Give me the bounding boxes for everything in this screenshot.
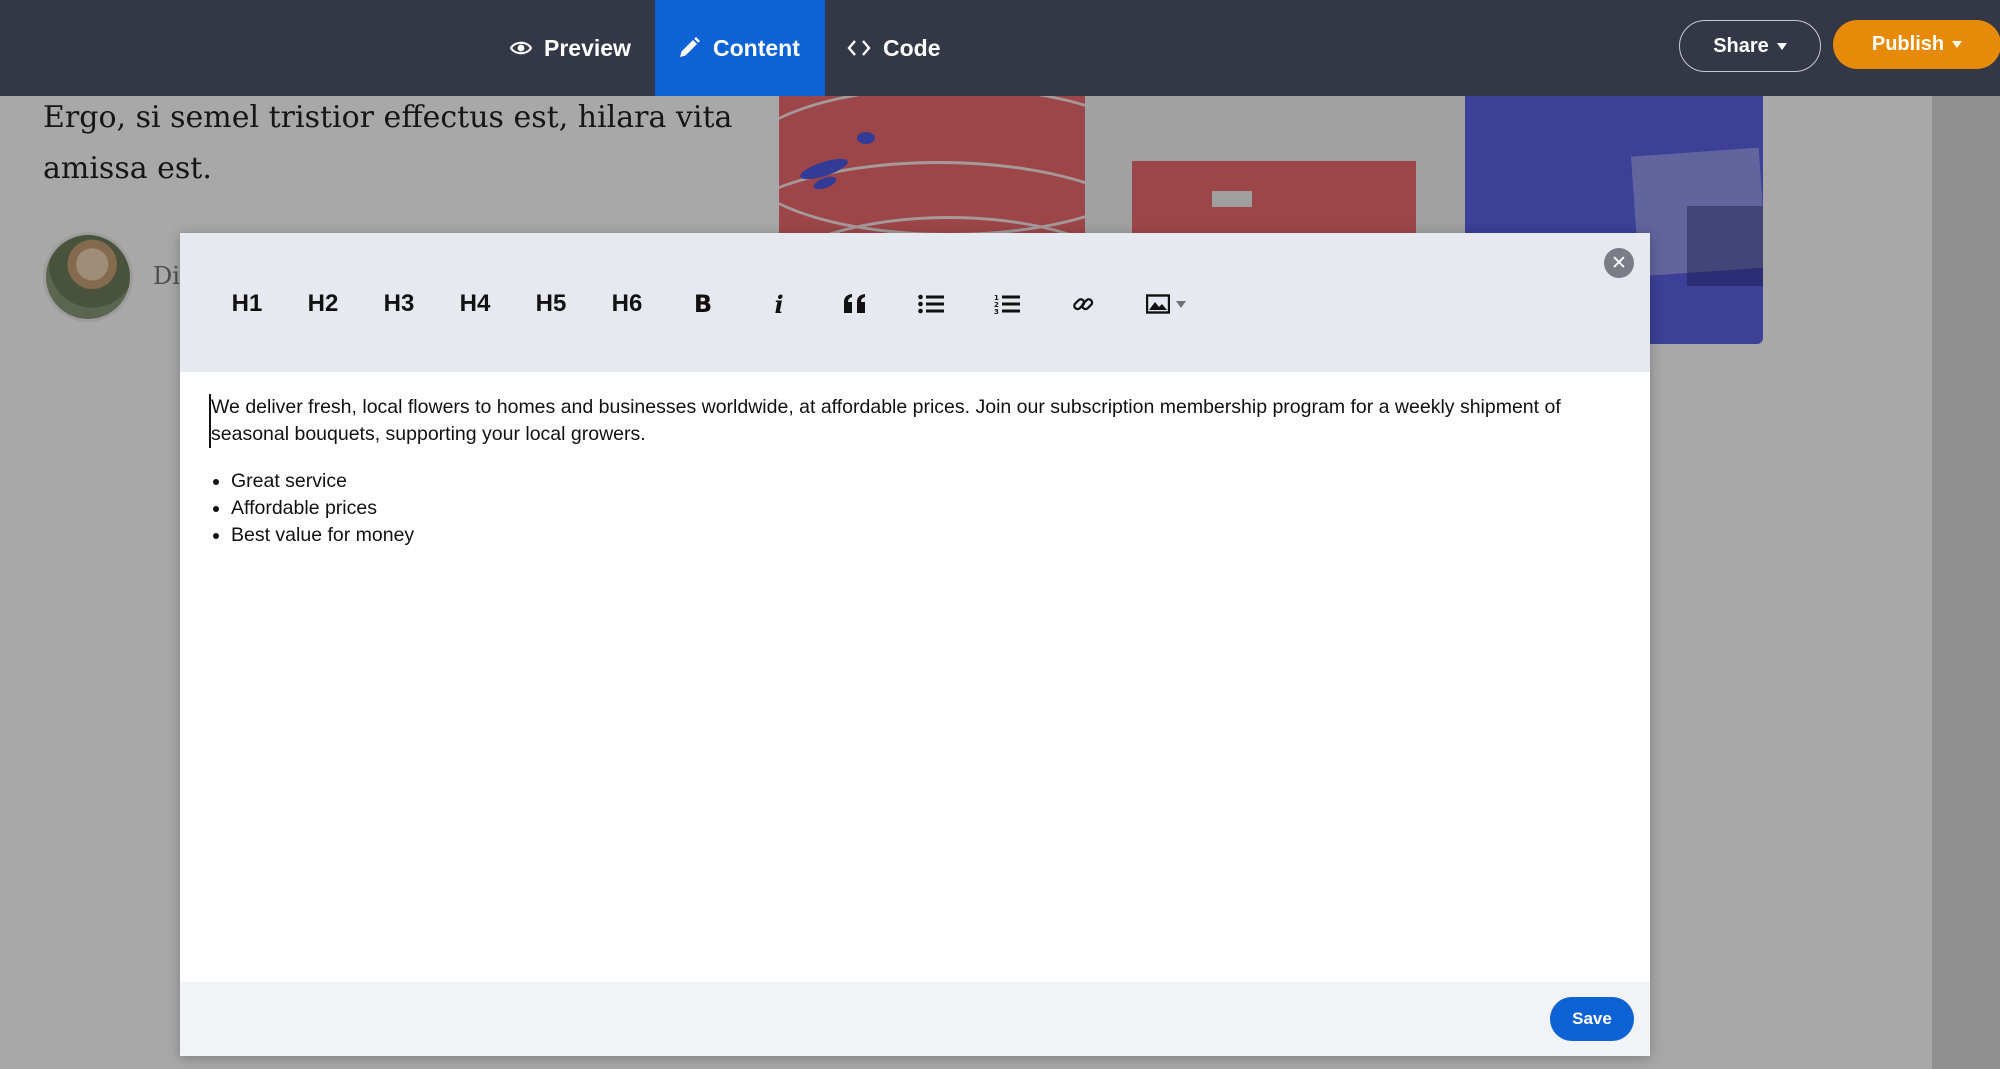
tab-preview-label: Preview [544,34,631,61]
h5-button[interactable]: H5 [528,284,574,324]
numbered-list-icon[interactable]: 1 2 3 [989,284,1025,324]
svg-text:3: 3 [994,308,999,315]
h6-button[interactable]: H6 [604,284,650,324]
editor-paragraph[interactable]: We deliver fresh, local flowers to homes… [209,394,1622,448]
chevron-down-icon [1952,41,1963,48]
tab-content[interactable]: Content [655,0,825,96]
editor-content-area[interactable]: We deliver fresh, local flowers to homes… [180,372,1650,964]
save-button[interactable]: Save [1550,997,1634,1041]
italic-icon[interactable]: i [761,284,797,324]
blockquote-icon[interactable] [837,284,873,324]
publish-button[interactable]: Publish [1833,20,2000,69]
chevron-down-icon [1776,42,1787,50]
content-editor-modal: H1 H2 H3 H4 H5 H6 B i 1 2 3 ✕ We deliver… [180,233,1650,1056]
share-label: Share [1713,34,1769,57]
editor-bullet-list: Great service Affordable prices Best val… [209,468,1622,549]
h3-button[interactable]: H3 [376,284,422,324]
link-icon[interactable] [1065,284,1101,324]
chevron-down-icon[interactable] [1176,300,1186,308]
editor-toolbar: H1 H2 H3 H4 H5 H6 B i 1 2 3 ✕ [180,233,1650,372]
bold-icon[interactable]: B [685,284,721,324]
close-button[interactable]: ✕ [1604,248,1634,278]
bullet-list-icon[interactable] [913,284,949,324]
image-icon[interactable] [1141,284,1191,324]
tab-preview[interactable]: Preview [488,0,653,96]
eye-icon [510,41,532,55]
h4-button[interactable]: H4 [452,284,498,324]
close-icon: ✕ [1611,252,1627,274]
code-icon [847,40,871,56]
list-item[interactable]: Great service [231,468,1622,495]
pencil-icon [680,37,700,57]
share-button[interactable]: Share [1679,20,1821,72]
publish-label: Publish [1871,33,1945,55]
h2-button[interactable]: H2 [300,284,346,324]
top-bar: Preview Content Code Share Publish [0,0,2000,96]
h1-button[interactable]: H1 [224,284,270,324]
tab-code[interactable]: Code [825,0,963,96]
modal-footer: Save [180,982,1650,1056]
tab-code-label: Code [883,34,941,61]
list-item[interactable]: Affordable prices [231,495,1622,522]
tab-content-label: Content [713,34,800,61]
list-item[interactable]: Best value for money [231,522,1622,549]
